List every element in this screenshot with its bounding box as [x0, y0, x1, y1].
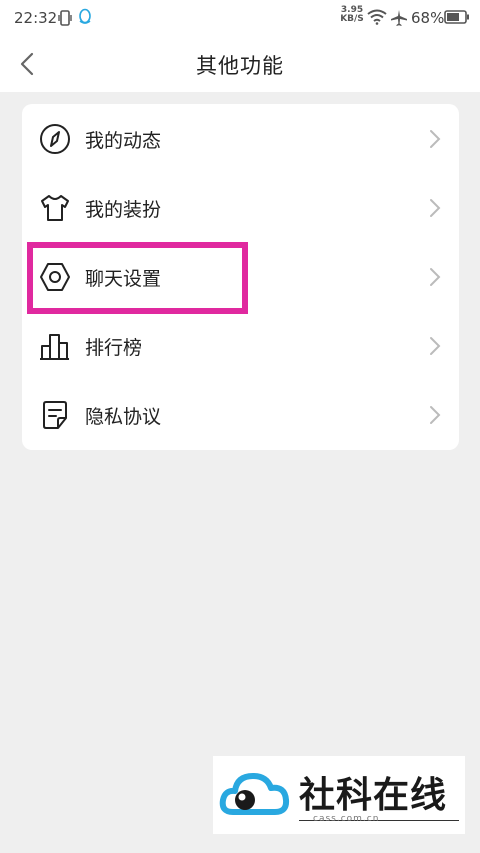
- menu-item-privacy-policy[interactable]: 隐私协议: [22, 380, 459, 449]
- battery-percent: 68%: [411, 9, 445, 27]
- menu-item-my-moments[interactable]: 我的动态: [22, 104, 459, 173]
- chevron-right-icon: [430, 268, 441, 286]
- chevron-right-icon: [430, 199, 441, 217]
- chevron-right-icon: [430, 337, 441, 355]
- document-icon: [43, 401, 67, 429]
- menu-item-label: 隐私协议: [85, 406, 162, 428]
- qq-icon: [79, 8, 91, 24]
- status-bar: 22:32 3.95 KB/S 68%: [0, 0, 480, 36]
- watermark-domain: cass.com.cn: [313, 814, 380, 824]
- menu-item-leaderboard[interactable]: 排行榜: [22, 311, 459, 380]
- watermark: 社科在线 cass.com.cn: [213, 756, 465, 834]
- menu-card: 我的动态 我的装扮 聊天设置 排行榜 隐私协议: [22, 104, 459, 450]
- hex-nut-icon: [40, 263, 70, 291]
- chevron-right-icon: [430, 130, 441, 148]
- menu-item-label: 聊天设置: [85, 268, 162, 290]
- page-title: 其他功能: [196, 54, 284, 78]
- wifi-icon: [367, 9, 387, 25]
- battery-icon: [444, 10, 469, 24]
- compass-icon: [40, 124, 70, 154]
- menu-item-label: 我的动态: [85, 130, 162, 152]
- vibrate-icon: [58, 10, 72, 26]
- menu-item-my-outfit[interactable]: 我的装扮: [22, 173, 459, 242]
- watermark-brand: 社科在线: [299, 775, 448, 816]
- tshirt-icon: [41, 195, 69, 221]
- chevron-right-icon: [430, 406, 441, 424]
- app-header: 其他功能: [0, 36, 480, 92]
- cloud-eye-logo-icon: [219, 773, 290, 815]
- status-time: 22:32: [14, 9, 58, 27]
- ranking-bars-icon: [40, 334, 69, 360]
- network-speed: 3.95 KB/S: [340, 5, 364, 24]
- menu-item-label: 我的装扮: [85, 199, 162, 221]
- menu-item-label: 排行榜: [85, 337, 143, 359]
- menu-item-chat-settings[interactable]: 聊天设置: [22, 242, 459, 311]
- airplane-icon: [391, 10, 407, 26]
